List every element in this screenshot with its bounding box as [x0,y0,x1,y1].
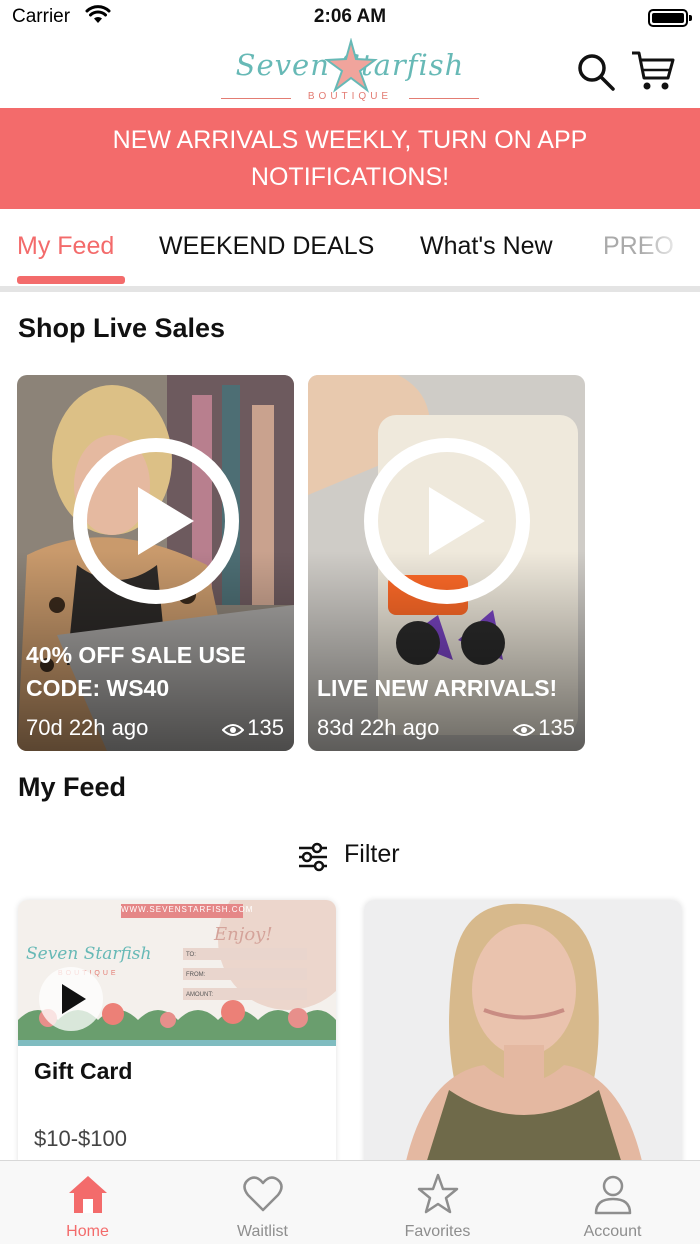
cart-button[interactable] [630,48,676,94]
live-sale-title: 40% OFF SALE USE CODE: WS40 [26,642,246,701]
announcement-banner[interactable]: NEW ARRIVALS WEEKLY, TURN ON APP NOTIFIC… [0,108,700,209]
product-name: Gift Card [34,1058,133,1084]
nav-label: Waitlist [237,1223,288,1240]
starfish-icon [324,38,378,93]
gift-card-url: WWW.SEVENSTARFISH.COM [121,905,254,914]
logo-subtitle: BOUTIQUE [307,91,393,102]
views-count: 135 [538,715,575,740]
product-card[interactable] [364,900,682,1170]
sliders-icon [299,842,327,872]
gift-card-to: TO: [186,952,196,958]
tab-weekend-deals[interactable]: WEEKEND DEALS [159,232,374,261]
eye-icon [512,724,536,736]
gift-card-logo: Seven Starfish [26,944,152,964]
filter-label: Filter [344,840,400,868]
clock: 2:06 AM [313,6,387,27]
play-icon [73,438,239,604]
product-image [364,900,682,1170]
play-icon [39,967,103,1031]
battery-icon [648,9,692,27]
person-icon [594,1175,632,1215]
live-sale-time: 70d 22h ago [26,715,149,740]
product-price: $10-$100 [34,1126,127,1151]
product-card[interactable]: WWW.SEVENSTARFISH.COM Enjoy! TO: FROM: A… [18,900,336,1170]
live-sale-title: LIVE NEW ARRIVALS! [317,675,558,701]
tab-my-feed[interactable]: My Feed [17,232,114,261]
nav-account[interactable]: Account [525,1161,700,1244]
active-tab-indicator [17,276,125,284]
app-header: Seven Starfish BOUTIQUE [0,36,700,108]
cart-icon [632,51,675,90]
views-count: 135 [247,715,284,740]
live-sale-views: 135 [512,715,575,741]
tab-whats-new[interactable]: What's New [420,232,553,261]
nav-label: Home [66,1223,109,1240]
home-icon [69,1176,107,1213]
nav-waitlist[interactable]: Waitlist [175,1161,350,1244]
live-sale-card[interactable]: 40% OFF SALE USE CODE: WS40 70d 22h ago … [17,375,294,751]
status-bar: Carrier 2:06 AM [0,0,700,36]
bottom-nav: Home Waitlist Favorites Account [0,1160,700,1244]
heart-icon [243,1176,283,1212]
banner-text: NEW ARRIVALS WEEKLY, TURN ON APP NOTIFIC… [112,126,588,191]
nav-home[interactable]: Home [0,1161,175,1244]
live-sales-heading: Shop Live Sales [18,313,226,343]
gift-card-enjoy: Enjoy! [214,924,273,945]
search-icon [578,54,615,91]
nav-favorites[interactable]: Favorites [350,1161,525,1244]
gift-card-from: FROM: [186,972,206,978]
live-sale-card[interactable]: LIVE NEW ARRIVALS! 83d 22h ago 135 [308,375,585,751]
play-icon [364,438,530,604]
search-button[interactable] [576,52,616,92]
live-sale-time: 83d 22h ago [317,715,440,740]
nav-label: Favorites [404,1223,471,1240]
feed-tabs: My Feed WEEKEND DEALS What's New PREO [0,210,700,286]
my-feed-heading: My Feed [18,772,127,802]
eye-icon [221,724,245,736]
nav-label: Account [583,1223,642,1240]
brand-logo[interactable]: Seven Starfish BOUTIQUE [205,36,495,106]
live-sale-views: 135 [221,715,284,741]
gift-card-amount: AMOUNT: [186,992,213,998]
tabs-divider [0,286,700,292]
star-icon [417,1173,459,1214]
